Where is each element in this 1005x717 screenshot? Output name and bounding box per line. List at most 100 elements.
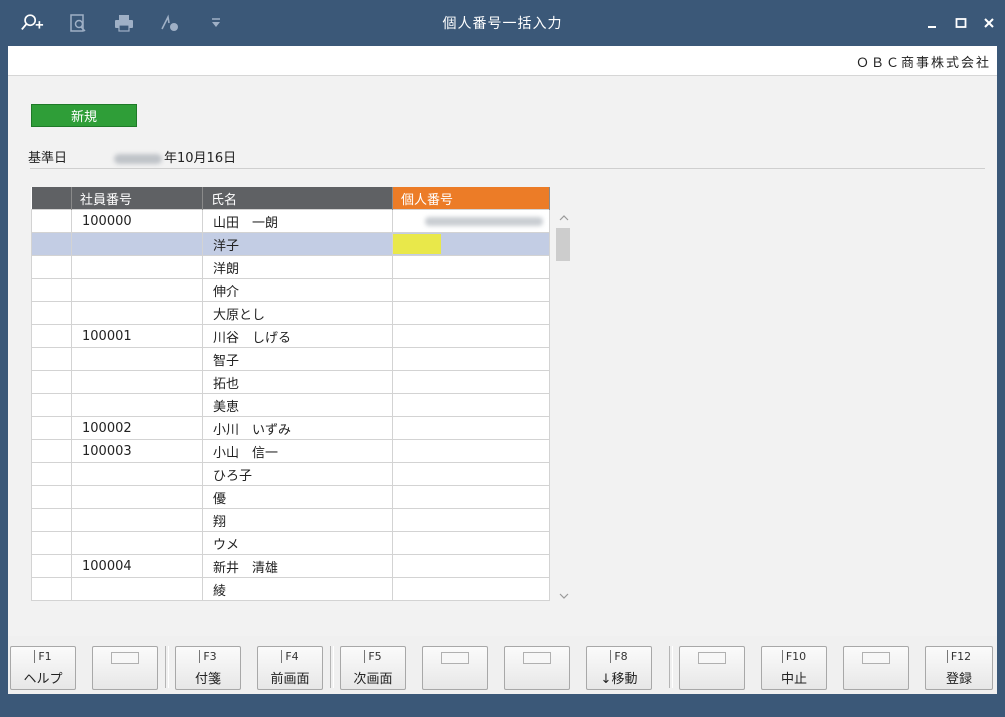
table-row[interactable]: 100001 川谷 しげる — [31, 324, 550, 348]
f4-previous-screen-button[interactable]: F4 前画面 — [257, 646, 323, 690]
f10-key: F10 — [781, 650, 807, 663]
f9-button[interactable] — [679, 646, 745, 690]
emp-no-cell: 100001 — [71, 324, 203, 348]
table-row[interactable]: 美恵 — [31, 393, 550, 417]
name-cell: ひろ子 — [202, 462, 393, 486]
my-number-cell[interactable] — [392, 255, 550, 279]
my-number-cell[interactable] — [392, 462, 550, 486]
f8-label: ↓移動 — [600, 672, 638, 687]
row-index — [31, 255, 72, 279]
row-index — [31, 554, 72, 578]
name-cell: 優 — [202, 485, 393, 509]
my-number-cell[interactable] — [392, 209, 550, 233]
row-index — [31, 370, 72, 394]
f4-label: 前画面 — [270, 672, 310, 687]
my-number-cell[interactable] — [392, 416, 550, 440]
base-date: 基準日 年10月16日 — [28, 147, 236, 166]
row-index — [31, 324, 72, 348]
chevron-down-icon[interactable] — [559, 590, 569, 600]
my-number-cell[interactable] — [392, 324, 550, 348]
row-index — [31, 508, 72, 532]
f6-button[interactable] — [422, 646, 488, 690]
my-number-cell[interactable] — [392, 278, 550, 302]
name-cell: 小川 いずみ — [202, 416, 393, 440]
divider — [30, 168, 985, 169]
emp-no-cell: 100000 — [71, 209, 203, 233]
my-number-cell[interactable] — [392, 554, 550, 578]
table-row[interactable]: 智子 — [31, 347, 550, 371]
table-row[interactable]: ウメ — [31, 531, 550, 555]
f10-cancel-button[interactable]: F10 中止 — [761, 646, 827, 690]
my-number-cell[interactable] — [392, 577, 550, 601]
header-emp-no[interactable]: 社員番号 — [71, 187, 203, 210]
table-row[interactable]: 優 — [31, 485, 550, 509]
chevron-up-icon[interactable] — [559, 212, 569, 222]
table-row[interactable]: 洋朗 — [31, 255, 550, 279]
table-row[interactable]: 100002 小川 いずみ — [31, 416, 550, 440]
header-my-number[interactable]: 個人番号 — [392, 187, 550, 210]
header-name[interactable]: 氏名 — [202, 187, 393, 210]
table-row[interactable]: 伸介 — [31, 278, 550, 302]
my-number-cell[interactable] — [392, 347, 550, 371]
table-row[interactable]: 大原とし — [31, 301, 550, 325]
input-cursor-cell[interactable] — [393, 234, 441, 254]
f1-label: ヘルプ — [23, 672, 63, 687]
f12-register-button[interactable]: F12 登録 — [925, 646, 993, 690]
name-cell: 美恵 — [202, 393, 393, 417]
my-number-cell[interactable] — [392, 370, 550, 394]
my-number-cell[interactable] — [392, 531, 550, 555]
emp-no-cell — [71, 531, 203, 555]
row-index — [31, 531, 72, 555]
name-cell: 山田 一朗 — [202, 209, 393, 233]
scrollbar-thumb[interactable] — [556, 228, 570, 261]
window-frame-left — [0, 46, 8, 694]
f2-button[interactable] — [92, 646, 158, 690]
f1-help-button[interactable]: F1 ヘルプ — [10, 646, 76, 690]
name-cell: ウメ — [202, 531, 393, 555]
table-row-selected[interactable]: 洋子 — [31, 232, 550, 256]
table-row[interactable]: 100000 山田 一朗 — [31, 209, 550, 233]
emp-no-cell — [71, 278, 203, 302]
my-number-cell[interactable] — [392, 393, 550, 417]
f3-sticky-note-button[interactable]: F3 付箋 — [175, 646, 241, 690]
table-row[interactable]: 100004 新井 清雄 — [31, 554, 550, 578]
row-index — [31, 278, 72, 302]
f5-key: F5 — [364, 650, 382, 663]
table-row[interactable]: 翔 — [31, 508, 550, 532]
f5-label: 次画面 — [353, 672, 393, 687]
my-number-cell[interactable] — [392, 508, 550, 532]
my-number-input[interactable] — [392, 232, 550, 256]
base-date-value: 年10月16日 — [114, 147, 236, 166]
f11-button[interactable] — [843, 646, 909, 690]
table-row[interactable]: ひろ子 — [31, 462, 550, 486]
name-cell: 小山 信一 — [202, 439, 393, 463]
f7-button[interactable] — [504, 646, 570, 690]
f3-label: 付箋 — [194, 672, 221, 687]
empty-key-icon — [523, 652, 551, 664]
my-number-cell[interactable] — [392, 485, 550, 509]
f3-key: F3 — [199, 650, 217, 663]
table-scrollbar[interactable] — [556, 210, 572, 606]
maximize-icon[interactable] — [950, 12, 972, 34]
f12-key: F12 — [946, 650, 972, 663]
table-row[interactable]: 100003 小山 信一 — [31, 439, 550, 463]
f1-key: F1 — [34, 650, 52, 663]
table-row[interactable]: 拓也 — [31, 370, 550, 394]
row-index — [31, 416, 72, 440]
my-number-cell[interactable] — [392, 439, 550, 463]
name-cell: 伸介 — [202, 278, 393, 302]
f8-move-down-button[interactable]: F8 ↓移動 — [586, 646, 652, 690]
base-date-label: 基準日 — [28, 151, 68, 166]
employee-table: 社員番号 氏名 個人番号 100000 山田 一朗 洋子 洋朗 伸介 大原とし 1… — [31, 187, 550, 601]
row-index — [31, 301, 72, 325]
minimize-icon[interactable] — [921, 12, 943, 34]
name-cell: 智子 — [202, 347, 393, 371]
table-header-row: 社員番号 氏名 個人番号 — [31, 187, 550, 210]
close-icon[interactable] — [978, 12, 1000, 34]
f5-next-screen-button[interactable]: F5 次画面 — [340, 646, 406, 690]
emp-no-cell — [71, 347, 203, 371]
table-row[interactable]: 綾 — [31, 577, 550, 601]
key-separator — [165, 646, 169, 688]
my-number-cell[interactable] — [392, 301, 550, 325]
company-name: ＯＢＣ商事株式会社 — [855, 56, 991, 71]
